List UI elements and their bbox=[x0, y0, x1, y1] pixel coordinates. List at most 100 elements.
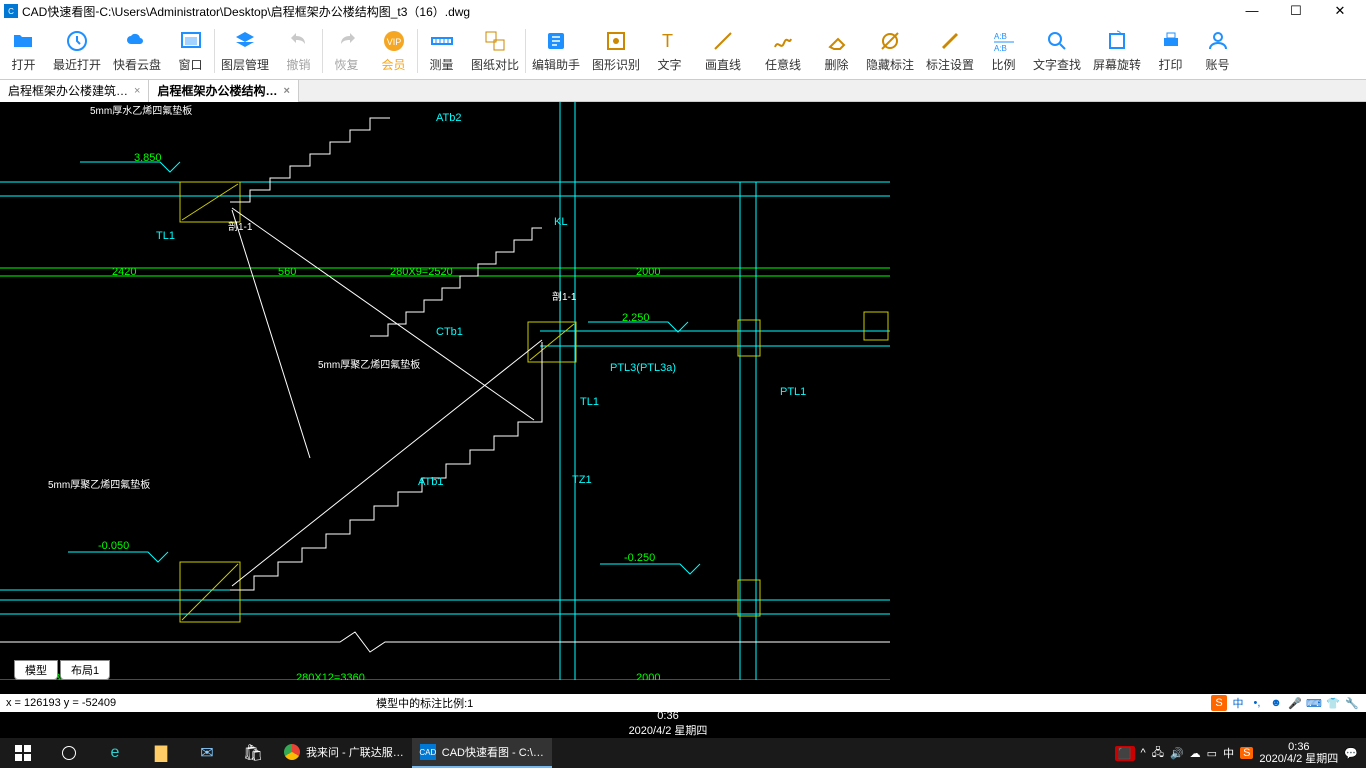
toolbar-recog[interactable]: 图形识别 bbox=[586, 23, 646, 79]
tab-close-icon[interactable]: × bbox=[134, 85, 140, 97]
undo-icon bbox=[287, 29, 311, 53]
toolbar-label: 画直线 bbox=[705, 56, 741, 73]
recog-icon bbox=[604, 29, 628, 53]
open-icon bbox=[12, 29, 36, 53]
skin-icon[interactable]: 👕 bbox=[1325, 695, 1341, 711]
start-button[interactable] bbox=[0, 738, 46, 768]
tray-ime-zh[interactable]: 中 bbox=[1223, 745, 1234, 761]
close-button[interactable]: ✕ bbox=[1318, 3, 1362, 19]
toolbar-layers[interactable]: 图层管理 bbox=[215, 23, 275, 79]
tray-battery-icon[interactable]: ▭ bbox=[1207, 747, 1217, 760]
tool-icon[interactable]: 🔧 bbox=[1344, 695, 1360, 711]
toolbar-anyline[interactable]: 任意线 bbox=[753, 23, 813, 79]
toolbar-redo[interactable]: 恢复 bbox=[323, 23, 370, 79]
toolbar-compare[interactable]: 图纸对比 bbox=[465, 23, 525, 79]
toolbar-undo[interactable]: 撤销 bbox=[275, 23, 322, 79]
label-note-mid: 5mm厚聚乙烯四氟垫板 bbox=[318, 356, 420, 371]
toolbar-textfind[interactable]: 文字查找 bbox=[1027, 23, 1087, 79]
label-ctb1: CTb1 bbox=[436, 326, 463, 338]
toolbar-hidenote[interactable]: 隐藏标注 bbox=[860, 23, 920, 79]
anyline-icon bbox=[771, 29, 795, 53]
tray-clock[interactable]: 0:36 2020/4/2 星期四 bbox=[1259, 741, 1338, 765]
maximize-button[interactable]: ☐ bbox=[1274, 3, 1318, 19]
toolbar-line[interactable]: 画直线 bbox=[693, 23, 753, 79]
toolbar-account[interactable]: 账号 bbox=[1194, 23, 1241, 79]
taskbar-app[interactable]: 我来问 - 广联达服… bbox=[276, 738, 412, 768]
toolbar-label: 文字 bbox=[657, 56, 681, 73]
window-icon bbox=[179, 29, 203, 53]
explorer-button[interactable]: ▇ bbox=[138, 738, 184, 768]
toolbar-label: 测量 bbox=[429, 56, 453, 73]
toolbar-label: 打印 bbox=[1158, 56, 1182, 73]
svg-text:VIP: VIP bbox=[386, 37, 401, 47]
label-note-low: 5mm厚聚乙烯四氟垫板 bbox=[48, 476, 150, 491]
label-tz1: TZ1 bbox=[572, 474, 592, 486]
smiley-icon[interactable]: ☻ bbox=[1268, 695, 1284, 711]
windows-taskbar: e ▇ ✉ 🛍 我来问 - 广联达服…CADCAD快速看图 - C:\… ⬛ ^… bbox=[0, 738, 1366, 768]
mail-button[interactable]: ✉ bbox=[184, 738, 230, 768]
label-elev-n025: -0.250 bbox=[624, 552, 655, 564]
toolbar-label: 隐藏标注 bbox=[866, 56, 914, 73]
tray-app-icon[interactable]: ⬛ bbox=[1115, 746, 1135, 761]
notification-icon[interactable]: 💬 bbox=[1344, 747, 1358, 760]
tray-sogou-icon[interactable]: S bbox=[1240, 747, 1253, 759]
toolbar-vip[interactable]: VIP 会员 bbox=[370, 23, 417, 79]
taskbar-app-label: CAD快速看图 - C:\… bbox=[442, 744, 544, 760]
tray-onedrive-icon[interactable]: ☁ bbox=[1190, 747, 1201, 760]
ime-s-icon[interactable]: S bbox=[1211, 695, 1227, 711]
hidenote-icon bbox=[878, 29, 902, 53]
toolbar-scale[interactable]: A:B A:B 比例 bbox=[980, 23, 1027, 79]
doc-tab[interactable]: 启程框架办公楼结构… × bbox=[149, 80, 298, 102]
editaid-icon bbox=[544, 29, 568, 53]
label-dim-560: 560 bbox=[278, 266, 296, 278]
keyboard-icon[interactable]: ⌨ bbox=[1306, 695, 1322, 711]
toolbar-text[interactable]: T文字 bbox=[646, 23, 693, 79]
minimize-button[interactable]: — bbox=[1230, 3, 1274, 19]
toolbar-label: 比例 bbox=[991, 56, 1015, 73]
toolbar-recent[interactable]: 最近打开 bbox=[47, 23, 107, 79]
tray-network-icon[interactable]: 🖧 bbox=[1152, 744, 1164, 763]
layout-tab[interactable]: 布局1 bbox=[60, 660, 110, 680]
toolbar-rotate[interactable]: 屏幕旋转 bbox=[1087, 23, 1147, 79]
doc-tab-label: 启程框架办公楼结构… bbox=[157, 82, 277, 99]
scale-readout: 模型中的标注比例:1 bbox=[376, 695, 473, 711]
toolbar-erase[interactable]: 删除 bbox=[813, 23, 860, 79]
taskbar-app[interactable]: CADCAD快速看图 - C:\… bbox=[412, 738, 552, 768]
label-cut-b: 剖1-1 bbox=[552, 288, 576, 303]
label-elev-n005: -0.050 bbox=[98, 540, 129, 552]
status-bar: x = 126193 y = -52409 模型中的标注比例:1 S 中 •, … bbox=[0, 694, 1366, 712]
doc-tab[interactable]: 启程框架办公楼建筑…× bbox=[0, 80, 149, 102]
windows-logo-icon bbox=[15, 745, 31, 761]
toolbar-noteset[interactable]: 标注设置 bbox=[920, 23, 980, 79]
vip-icon: VIP bbox=[382, 29, 406, 53]
toolbar-cloud[interactable]: 快看云盘 bbox=[107, 23, 167, 79]
svg-text:A:B: A:B bbox=[994, 32, 1007, 41]
label-elev-385: 3.850 bbox=[134, 152, 162, 164]
toolbar-measure[interactable]: 测量 bbox=[418, 23, 465, 79]
drawing-canvas[interactable]: ATb2 3.850 5mm厚水乙烯四氟垫板 TL1 剖1-1 KL 2420 … bbox=[0, 102, 1366, 680]
toolbar-print[interactable]: 打印 bbox=[1147, 23, 1194, 79]
tray-volume-icon[interactable]: 🔊 bbox=[1170, 747, 1184, 760]
tray-up-icon[interactable]: ^ bbox=[1141, 747, 1146, 759]
account-icon bbox=[1206, 29, 1230, 53]
coord-readout: x = 126193 y = -52409 bbox=[6, 697, 116, 709]
store-button[interactable]: 🛍 bbox=[230, 738, 276, 768]
layout-tab[interactable]: 模型 bbox=[14, 660, 58, 680]
toolbar-label: 撤销 bbox=[286, 56, 310, 73]
toolbar-open[interactable]: 打开 bbox=[0, 23, 47, 79]
toolbar-label: 任意线 bbox=[765, 56, 801, 73]
label-ptl3: PTL3(PTL3a) bbox=[610, 362, 676, 374]
label-ptl1: PTL1 bbox=[780, 386, 806, 398]
toolbar-label: 图层管理 bbox=[221, 56, 269, 73]
cortana-button[interactable] bbox=[46, 738, 92, 768]
label-dim-2420: 2420 bbox=[112, 266, 136, 278]
toolbar-window[interactable]: 窗口 bbox=[167, 23, 214, 79]
ime-punct-icon[interactable]: •, bbox=[1249, 695, 1265, 711]
toolbar-label: 会员 bbox=[381, 56, 405, 73]
ime-zh-icon[interactable]: 中 bbox=[1230, 695, 1246, 711]
toolbar-editaid[interactable]: 编辑助手 bbox=[526, 23, 586, 79]
svg-text:A:B: A:B bbox=[994, 44, 1007, 53]
mic-icon[interactable]: 🎤 bbox=[1287, 695, 1303, 711]
tab-close-icon[interactable]: × bbox=[283, 85, 289, 97]
edge-button[interactable]: e bbox=[92, 738, 138, 768]
